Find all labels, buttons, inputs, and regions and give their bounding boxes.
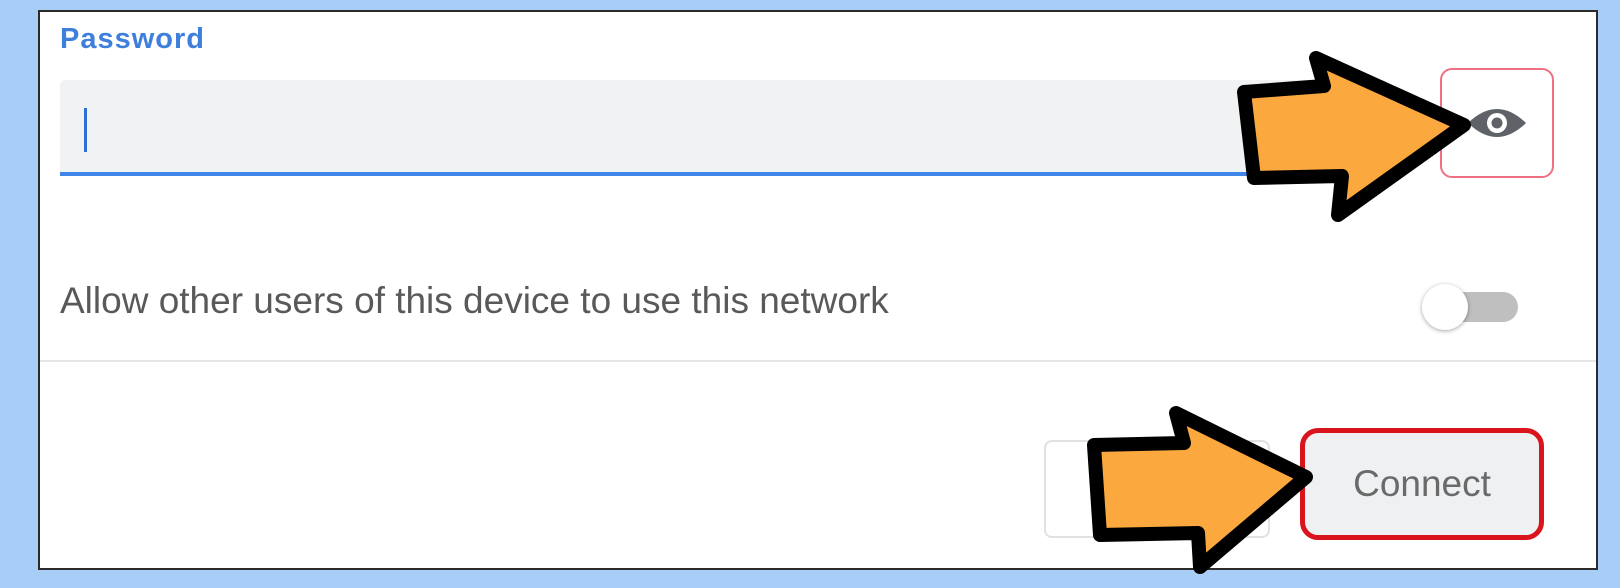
arrow-right-icon	[1237, 51, 1471, 222]
arrow-right-icon	[1087, 406, 1313, 574]
toggle-knob	[1422, 284, 1468, 330]
text-caret	[84, 108, 87, 152]
share-network-label: Allow other users of this device to use …	[60, 280, 889, 321]
password-field[interactable]	[60, 80, 1388, 176]
password-input[interactable]	[60, 80, 1388, 172]
connect-button[interactable]: Connect	[1300, 428, 1544, 540]
password-label: Password	[60, 23, 205, 55]
share-network-toggle[interactable]	[1420, 284, 1520, 330]
section-divider	[40, 360, 1596, 362]
